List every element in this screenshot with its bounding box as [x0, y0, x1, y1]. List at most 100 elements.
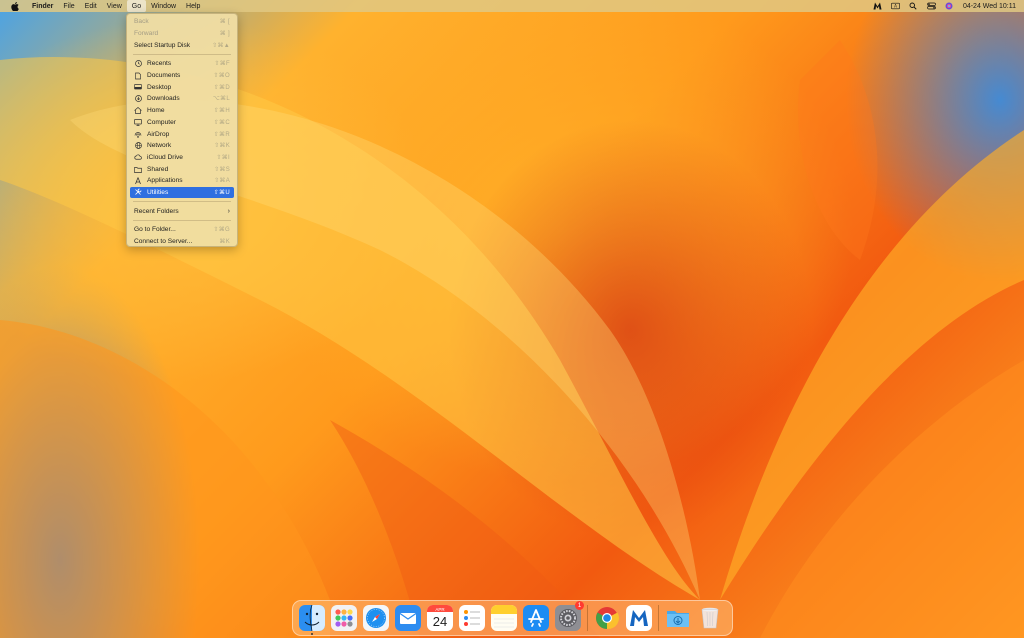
notes-icon: [491, 605, 517, 631]
menu-item-label: Utilities: [147, 188, 169, 196]
menu-item-documents[interactable]: Documents ⇧⌘O: [130, 70, 234, 82]
menu-separator: [133, 54, 231, 56]
menu-item-home[interactable]: Home ⇧⌘H: [130, 105, 234, 117]
menu-item-recent-folders[interactable]: Recent Folders ›: [130, 205, 234, 217]
dock-separator: [587, 605, 588, 631]
menu-item-recents[interactable]: Recents ⇧⌘F: [130, 58, 234, 70]
menu-file[interactable]: File: [58, 0, 79, 12]
menu-item-label: Recents: [147, 60, 172, 68]
desktop-icon: [134, 83, 142, 91]
menu-window[interactable]: Window: [146, 0, 181, 12]
clock-icon: [134, 60, 142, 68]
notification-badge: 1: [575, 601, 584, 610]
menu-item-label: Forward: [134, 30, 159, 38]
reminders-icon: [459, 605, 485, 631]
menu-item-desktop[interactable]: Desktop ⇧⌘D: [130, 81, 234, 93]
download-icon: [134, 95, 142, 103]
spotlight-search-icon[interactable]: [909, 2, 918, 11]
mail-icon: [395, 605, 421, 631]
trash-icon: [701, 607, 719, 629]
chevron-right-icon: ›: [227, 207, 230, 215]
menu-item-network[interactable]: Network ⇧⌘K: [130, 140, 234, 152]
siri-icon[interactable]: [945, 2, 954, 11]
menu-item-shortcut: ⌘K: [219, 239, 230, 246]
dock-notes[interactable]: [491, 605, 517, 631]
menu-item-computer[interactable]: Computer ⇧⌘C: [130, 117, 234, 129]
dock-downloads-folder[interactable]: [665, 605, 691, 631]
menu-item-label: Downloads: [147, 95, 180, 103]
menu-item-shortcut: ⇧⌘F: [214, 61, 230, 68]
dock-chrome[interactable]: [594, 605, 620, 631]
document-icon: [134, 72, 142, 80]
dock: APR 24 1: [292, 600, 733, 636]
chrome-icon: [596, 607, 620, 630]
menu-item-connect-to-server[interactable]: Connect to Server... ⌘K: [130, 236, 234, 248]
malwarebytes-status-icon[interactable]: [873, 2, 882, 11]
menu-item-utilities[interactable]: Utilities ⇧⌘U: [130, 186, 234, 199]
menu-help[interactable]: Help: [181, 0, 205, 12]
menu-item-airdrop[interactable]: AirDrop ⇧⌘R: [130, 128, 234, 140]
menu-item-label: Back: [134, 18, 149, 26]
network-icon: [134, 142, 142, 150]
dock-finder[interactable]: [299, 605, 325, 635]
applications-icon: [134, 177, 142, 185]
dock-launchpad[interactable]: [331, 605, 357, 631]
menu-item-downloads[interactable]: Downloads ⌥⌘L: [130, 93, 234, 105]
malwarebytes-icon: [626, 605, 652, 631]
apple-menu-icon[interactable]: [9, 0, 21, 12]
calendar-month: APR: [435, 607, 445, 612]
menu-item-shortcut: ⇧⌘O: [213, 73, 230, 80]
dock-system-settings[interactable]: 1: [555, 601, 584, 631]
menu-item-back: Back ⌘ [: [130, 16, 234, 28]
calendar-day: 24: [433, 614, 447, 629]
input-source-icon[interactable]: A: [891, 2, 900, 11]
utilities-icon: [134, 188, 142, 196]
menu-item-shortcut: ⇧⌘▲: [212, 42, 230, 49]
finder-icon: [299, 605, 325, 631]
menu-item-label: iCloud Drive: [147, 153, 183, 161]
control-center-icon[interactable]: [927, 2, 936, 11]
menu-item-label: Select Startup Disk: [134, 41, 191, 49]
menu-item-icloud-drive[interactable]: iCloud Drive ⇧⌘I: [130, 152, 234, 164]
menu-item-label: Connect to Server...: [134, 238, 193, 246]
shared-folder-icon: [134, 165, 142, 173]
menu-item-shared[interactable]: Shared ⇧⌘S: [130, 163, 234, 175]
dock-trash[interactable]: [697, 605, 723, 631]
menu-item-label: Computer: [147, 118, 176, 126]
menu-item-applications[interactable]: Applications ⇧⌘A: [130, 175, 234, 187]
menu-item-label: Documents: [147, 72, 181, 80]
menu-separator: [133, 220, 231, 221]
menu-item-shortcut: ⇧⌘A: [214, 178, 230, 185]
dock-mail[interactable]: [395, 605, 421, 631]
svg-text:A: A: [894, 4, 897, 9]
menu-item-shortcut: ⇧⌘K: [214, 143, 230, 150]
airdrop-icon: [134, 130, 142, 138]
menu-view[interactable]: View: [102, 0, 127, 12]
dock-malwarebytes[interactable]: [626, 605, 652, 631]
menu-item-label: Recent Folders: [134, 207, 179, 215]
launchpad-icon: [331, 605, 357, 631]
dock-safari[interactable]: [363, 605, 389, 631]
menu-item-forward: Forward ⌘ ]: [130, 28, 234, 40]
menu-item-label: Home: [147, 107, 165, 115]
safari-icon: [363, 605, 389, 631]
menu-item-shortcut: ⇧⌘I: [216, 154, 230, 161]
menu-item-go-to-folder[interactable]: Go to Folder... ⇧⌘G: [130, 224, 234, 236]
menubar-clock[interactable]: 04-24 Wed 10:11: [963, 3, 1016, 10]
menu-item-shortcut: ⇧⌘G: [213, 227, 230, 234]
menu-item-label: Network: [147, 142, 172, 150]
cloud-icon: [134, 153, 142, 161]
computer-icon: [134, 118, 142, 126]
menu-go[interactable]: Go: [126, 0, 147, 12]
dock-app-store[interactable]: [523, 605, 549, 631]
dock-reminders[interactable]: [459, 605, 485, 631]
menu-finder[interactable]: Finder: [28, 0, 58, 12]
home-icon: [134, 107, 142, 115]
downloads-folder-icon: [667, 611, 689, 627]
menu-item-shortcut: ⇧⌘H: [213, 108, 230, 115]
menu-edit[interactable]: Edit: [80, 0, 102, 12]
menu-item-select-startup-disk[interactable]: Select Startup Disk ⇧⌘▲: [130, 39, 234, 51]
dock-separator: [658, 605, 659, 631]
dock-calendar[interactable]: APR 24: [427, 605, 453, 631]
menu-item-label: Desktop: [147, 83, 172, 91]
